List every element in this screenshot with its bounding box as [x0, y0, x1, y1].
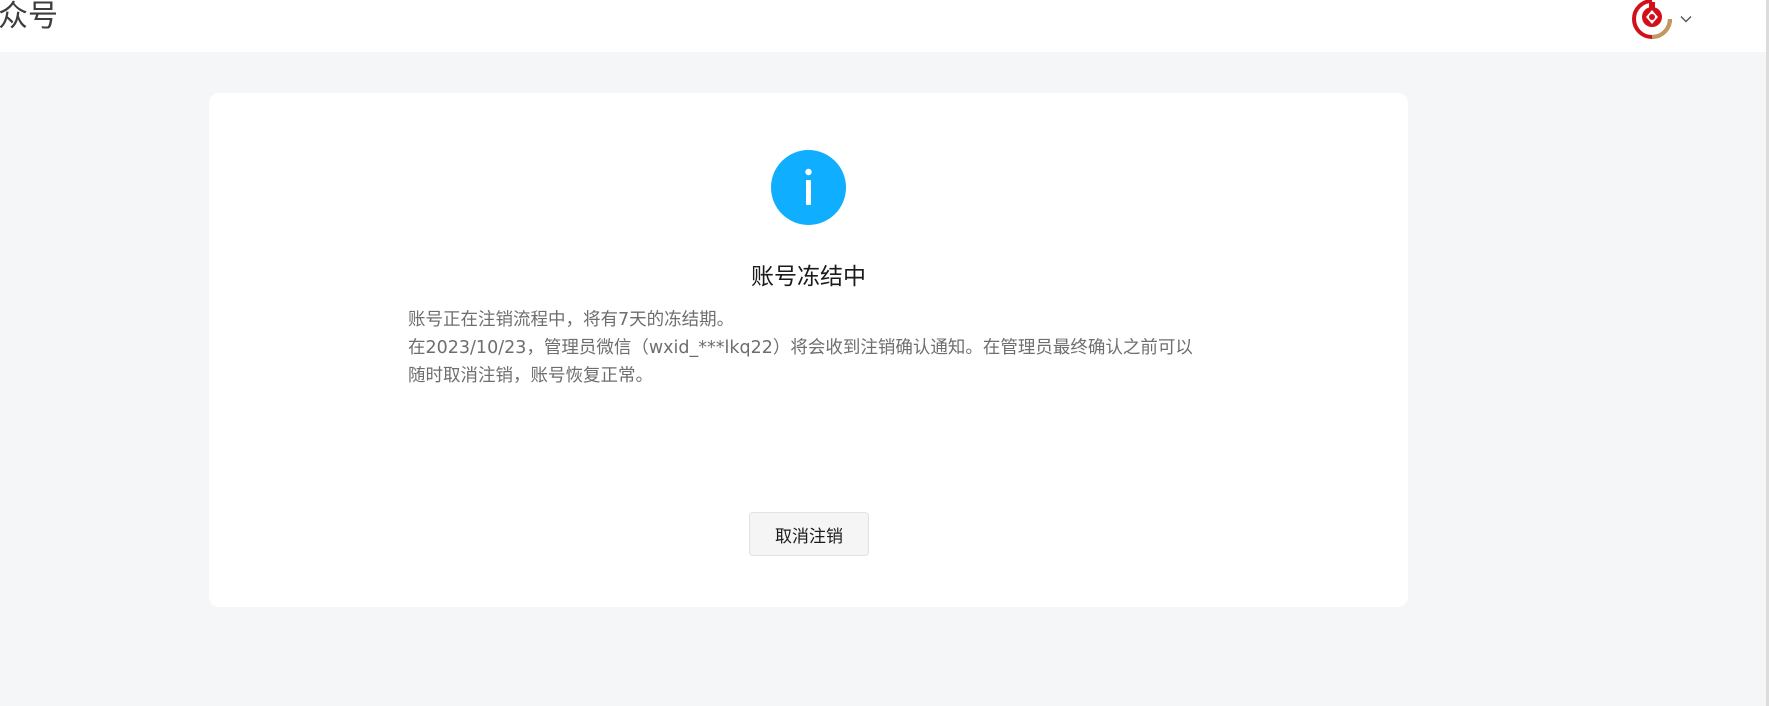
account-menu-toggle[interactable] — [1632, 0, 1692, 39]
info-icon — [771, 150, 846, 225]
status-description: 账号正在注销流程中，将有7天的冻结期。 在2023/10/23，管理员微信（wx… — [408, 306, 1208, 390]
description-line: 在2023/10/23，管理员微信（wxid_***lkq22）将会收到注销确认… — [408, 338, 1193, 386]
brand-title: 众号 — [0, 0, 58, 34]
top-bar: 众号 — [0, 0, 1769, 52]
seal-logo-icon[interactable] — [1632, 0, 1672, 39]
chevron-down-icon[interactable] — [1680, 15, 1692, 23]
account-status-card: 账号冻结中 账号正在注销流程中，将有7天的冻结期。 在2023/10/23，管理… — [209, 93, 1408, 607]
description-line: 账号正在注销流程中，将有7天的冻结期。 — [408, 310, 735, 330]
cancel-deregistration-button[interactable]: 取消注销 — [749, 512, 869, 556]
status-title: 账号冻结中 — [751, 264, 866, 290]
